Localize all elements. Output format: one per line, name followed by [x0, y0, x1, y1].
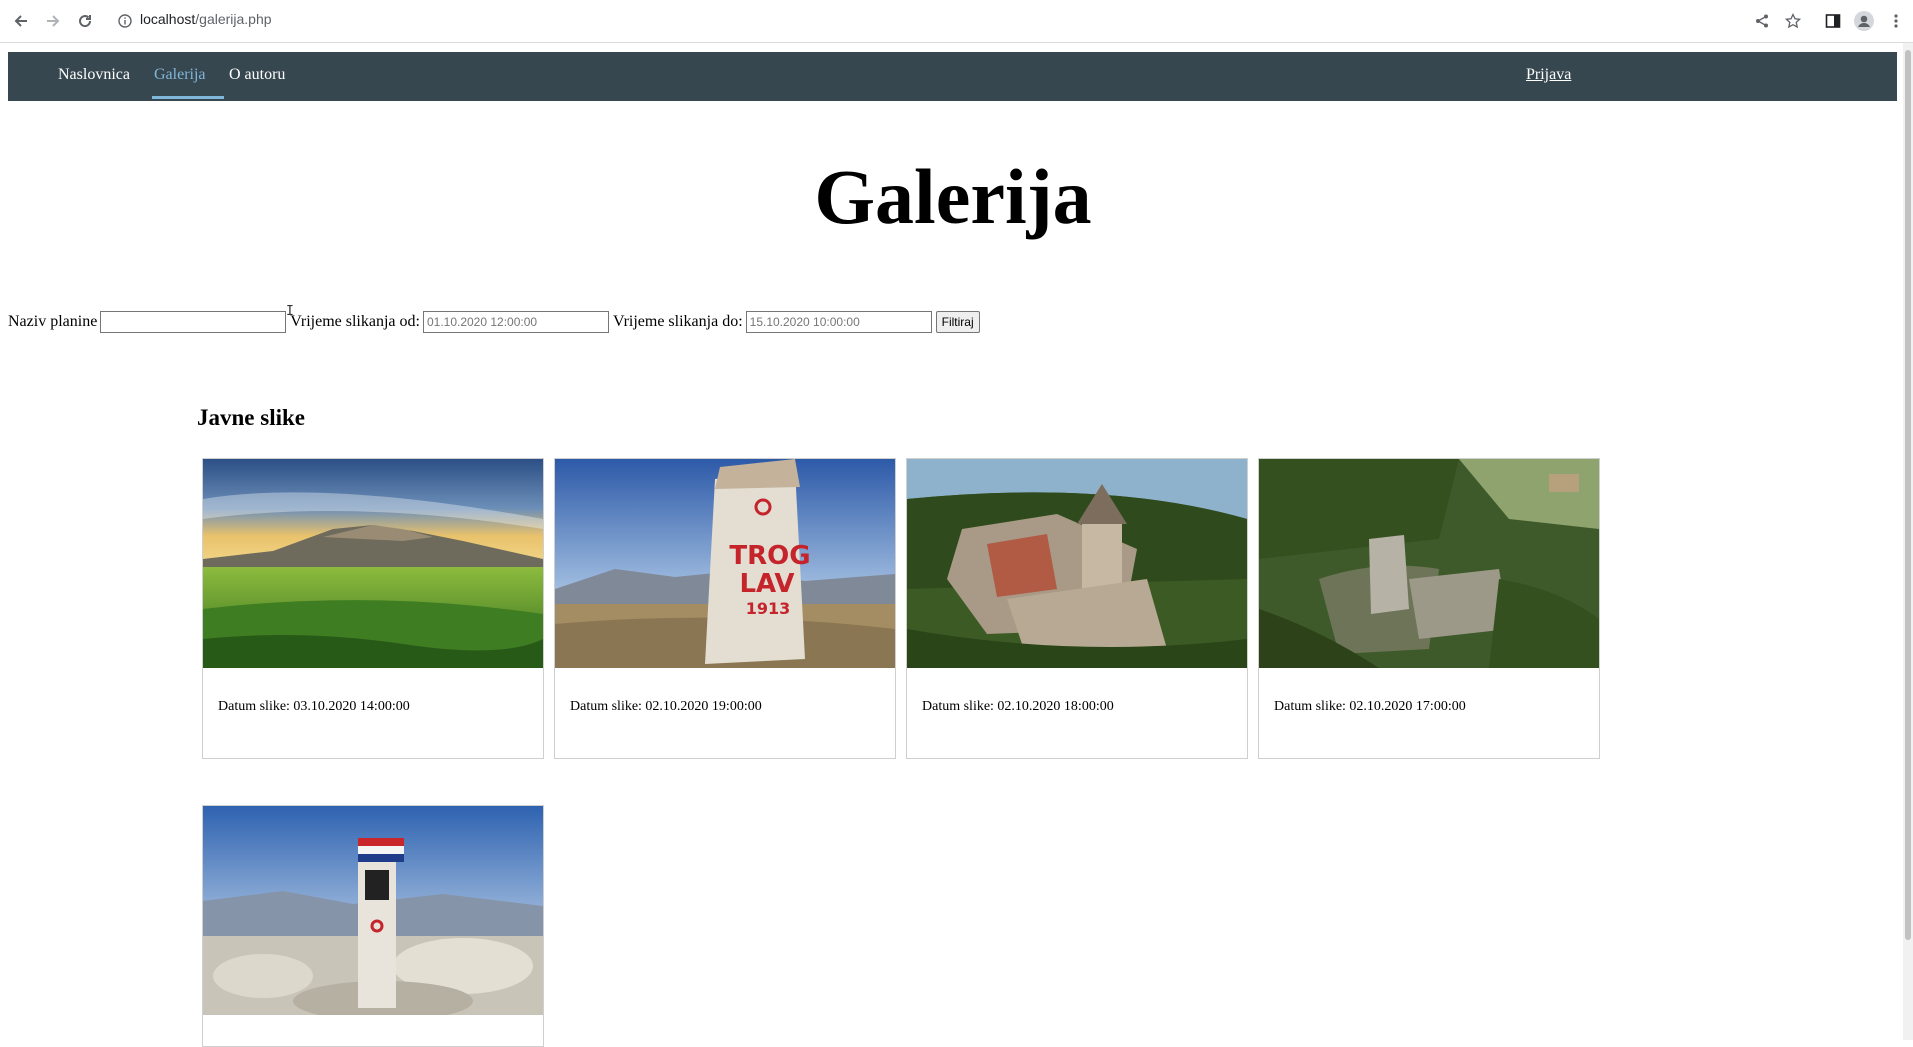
menu-dots-icon[interactable] — [1884, 9, 1908, 33]
filter-button[interactable]: Filtiraj — [935, 311, 980, 333]
reload-icon[interactable] — [73, 9, 97, 33]
date-to-input[interactable] — [745, 311, 932, 333]
profile-avatar-icon[interactable] — [1852, 9, 1876, 33]
photo-troglav-summit-marker[interactable]: TROG LAV 1913 — [555, 459, 895, 668]
date-from-input[interactable] — [422, 311, 609, 333]
back-arrow-icon[interactable] — [9, 9, 33, 33]
url-path: /galerija.php — [195, 11, 272, 27]
photo-castle-ruins-aerial[interactable] — [1259, 459, 1599, 668]
gallery-card[interactable]: Datum slike: 03.10.2020 14:00:00 — [202, 458, 544, 759]
photo-castle-fortress[interactable] — [907, 459, 1247, 668]
sign-text-year: 1913 — [746, 599, 791, 618]
login-link[interactable]: Prijava — [1526, 66, 1571, 84]
page-title: Galerija — [814, 153, 1092, 240]
image-date-caption: Datum slike: 02.10.2020 17:00:00 — [1274, 699, 1466, 714]
mountain-name-label: Naziv planine — [8, 313, 98, 330]
photo-summit-pillar-flag[interactable] — [203, 806, 543, 1015]
nav-link-naslovnica[interactable]: Naslovnica — [58, 66, 130, 84]
photo-mountain-valley[interactable] — [203, 459, 543, 668]
forward-arrow-icon[interactable] — [41, 9, 65, 33]
sign-text-trog: TROG — [729, 541, 810, 571]
image-date-caption: Datum slike: 03.10.2020 14:00:00 — [218, 699, 410, 714]
text-cursor-icon: I — [286, 304, 294, 319]
filter-form: Naziv planine Vrijeme slikanja od: Vrije… — [8, 310, 980, 334]
nav-link-o-autoru[interactable]: O autoru — [229, 66, 285, 84]
url-host: localhost — [140, 11, 196, 27]
side-panel-icon[interactable] — [1821, 9, 1845, 33]
nav-link-galerija[interactable]: Galerija — [154, 66, 206, 84]
gallery-card[interactable]: TROG LAV 1913 Datum slike: 02.10.2020 19… — [554, 458, 896, 759]
gallery-section-title: Javne slike — [197, 405, 305, 430]
site-info-icon[interactable] — [113, 9, 137, 33]
main-navbar: Naslovnica Galerija O autoru Prijava — [8, 52, 1897, 101]
share-icon[interactable] — [1750, 9, 1774, 33]
address-bar[interactable]: localhost/galerija.php — [140, 11, 272, 27]
mountain-name-input[interactable] — [100, 311, 287, 333]
scrollbar-thumb[interactable] — [1905, 50, 1911, 940]
bookmark-star-icon[interactable] — [1781, 9, 1805, 33]
image-date-caption: Datum slike: 02.10.2020 18:00:00 — [922, 699, 1114, 714]
gallery-card[interactable] — [202, 805, 544, 1047]
sign-text-lav: LAV — [739, 569, 794, 599]
date-to-label: Vrijeme slikanja do: — [612, 313, 743, 330]
active-tab-indicator — [152, 96, 224, 99]
image-date-caption: Datum slike: 02.10.2020 19:00:00 — [570, 699, 762, 714]
gallery-card[interactable]: Datum slike: 02.10.2020 18:00:00 — [906, 458, 1248, 759]
browser-toolbar: localhost/galerija.php — [0, 0, 1913, 43]
gallery-card[interactable]: Datum slike: 02.10.2020 17:00:00 — [1258, 458, 1600, 759]
date-from-label: Vrijeme slikanja od: — [290, 313, 420, 330]
